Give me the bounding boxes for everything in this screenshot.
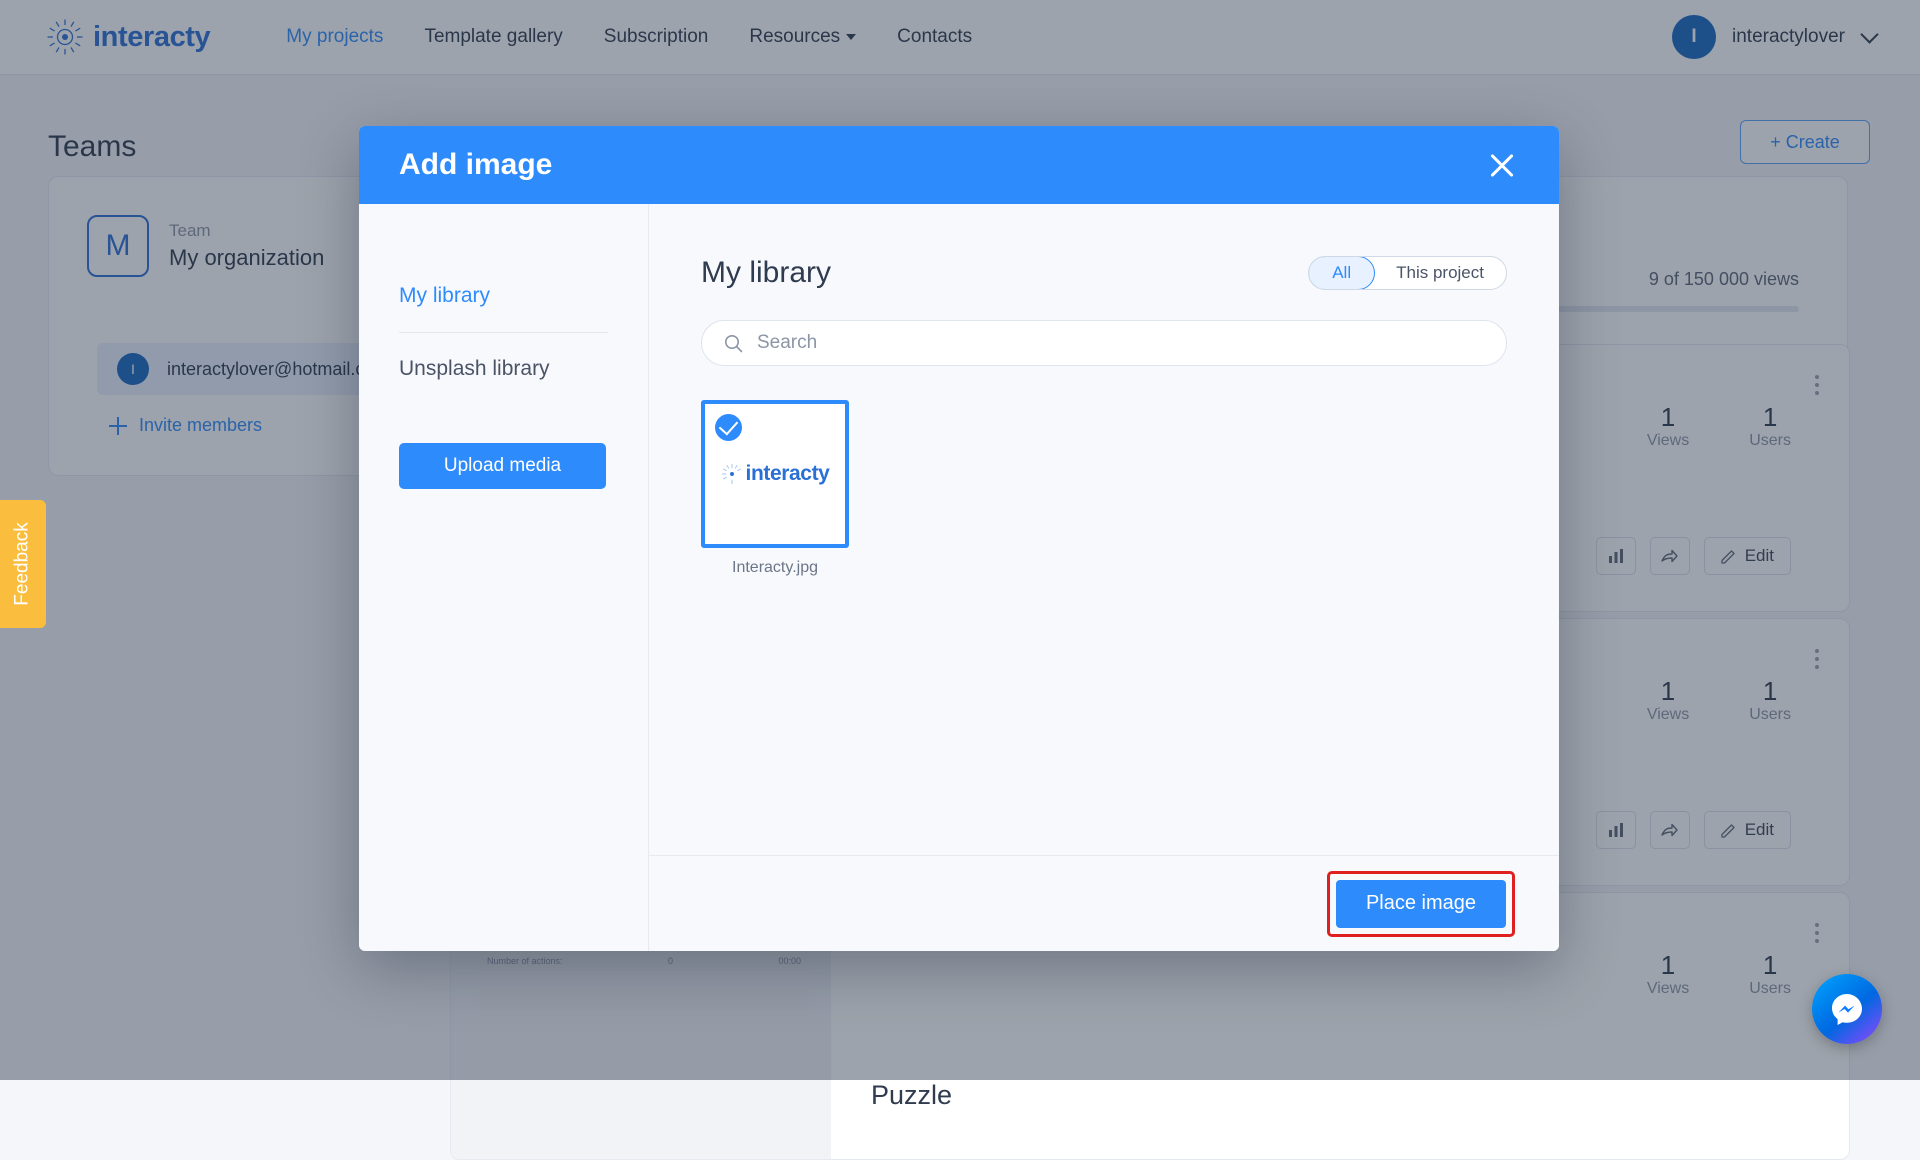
add-image-modal: Add image My library Unsplash library Up… xyxy=(359,126,1559,951)
upload-media-button[interactable]: Upload media xyxy=(399,443,606,489)
project-title: Puzzle xyxy=(871,1080,952,1111)
close-icon[interactable] xyxy=(1485,148,1519,182)
place-image-highlight: Place image xyxy=(1327,871,1515,937)
feedback-tab[interactable]: Feedback xyxy=(0,500,46,628)
modal-title: Add image xyxy=(399,148,552,182)
library-filter-toggle: All This project xyxy=(1308,256,1507,290)
search-bar[interactable] xyxy=(701,320,1507,366)
modal-header: Add image xyxy=(359,126,1559,204)
app-root: interacty My projects Template gallery S… xyxy=(0,0,1920,1080)
modal-footer: Place image xyxy=(649,855,1559,951)
library-scroll-area: My library All This project xyxy=(649,204,1559,855)
check-circle-icon[interactable] xyxy=(715,414,742,441)
place-image-button[interactable]: Place image xyxy=(1336,880,1506,928)
filter-option-all[interactable]: All xyxy=(1308,256,1375,290)
modal-body: My library Unsplash library Upload media… xyxy=(359,204,1559,951)
media-thumbnail[interactable]: interacty xyxy=(701,400,849,548)
modal-sidebar: My library Unsplash library Upload media xyxy=(359,204,649,951)
media-thumbnail-text: interacty xyxy=(746,462,830,486)
search-input[interactable] xyxy=(757,332,1484,354)
messenger-icon xyxy=(1828,990,1866,1028)
media-grid: interacty Interacty.jpg xyxy=(701,400,1507,577)
search-icon xyxy=(724,334,743,353)
feedback-tab-label: Feedback xyxy=(12,522,34,605)
messenger-button[interactable] xyxy=(1812,974,1882,1044)
media-tile: interacty Interacty.jpg xyxy=(701,400,849,577)
library-header: My library All This project xyxy=(701,256,1507,290)
sidebar-divider xyxy=(399,332,608,333)
media-thumbnail-image: interacty xyxy=(721,462,830,486)
sidebar-item-my-library[interactable]: My library xyxy=(399,278,608,314)
sidebar-item-unsplash-library[interactable]: Unsplash library xyxy=(399,351,608,387)
media-filename: Interacty.jpg xyxy=(701,559,849,577)
library-title: My library xyxy=(701,256,831,290)
modal-main: My library All This project xyxy=(649,204,1559,951)
filter-option-this-project[interactable]: This project xyxy=(1374,256,1506,290)
